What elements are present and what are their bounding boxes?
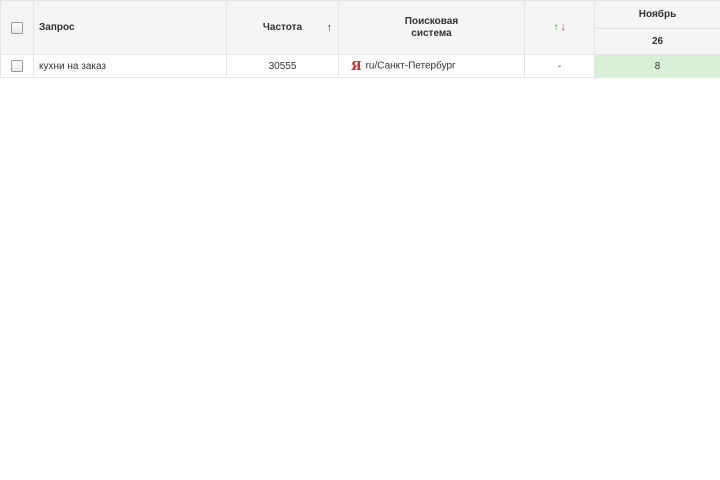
- column-header-search-engine[interactable]: Поисковая система: [338, 0, 525, 55]
- query-cell: кухни на заказ: [33, 54, 227, 78]
- yandex-icon: Я: [351, 59, 362, 73]
- frequency-cell: 30555: [226, 54, 339, 78]
- positions-table-container: Запрос Частота ↑ Поисковая система ↑ ↓ Но…: [0, 0, 720, 78]
- select-all-cell: [0, 0, 34, 55]
- sort-arrow-icon[interactable]: ↑: [327, 22, 333, 34]
- column-header-query[interactable]: Запрос: [33, 0, 227, 55]
- column-header-frequency-label: Частота: [262, 22, 303, 33]
- select-all-checkbox[interactable]: [11, 21, 23, 34]
- column-header-day[interactable]: 26: [594, 28, 720, 55]
- column-header-search-engine-label: Поисковая система: [404, 15, 459, 39]
- arrow-down-icon: ↓: [560, 22, 566, 33]
- change-cell: -: [524, 54, 595, 78]
- row-select-cell: [0, 54, 34, 78]
- column-header-frequency[interactable]: Частота ↑: [226, 0, 339, 55]
- search-engine-cell: Яru/Санкт-Петербург: [338, 54, 525, 78]
- header-row: Запрос Частота ↑ Поисковая система ↑ ↓ Но…: [0, 0, 720, 55]
- positions-table: Запрос Частота ↑ Поисковая система ↑ ↓ Но…: [0, 0, 720, 78]
- arrow-up-icon: ↑: [553, 22, 559, 33]
- table-row[interactable]: кухни на заказ 30555 Яru/Санкт-Петербург…: [0, 54, 720, 78]
- search-engine-region: ru/Санкт-Петербург: [365, 60, 456, 72]
- row-checkbox[interactable]: [11, 60, 23, 72]
- column-header-month: Ноябрь: [594, 0, 720, 29]
- position-cell: 8: [594, 54, 720, 78]
- column-header-change[interactable]: ↑ ↓: [524, 0, 595, 55]
